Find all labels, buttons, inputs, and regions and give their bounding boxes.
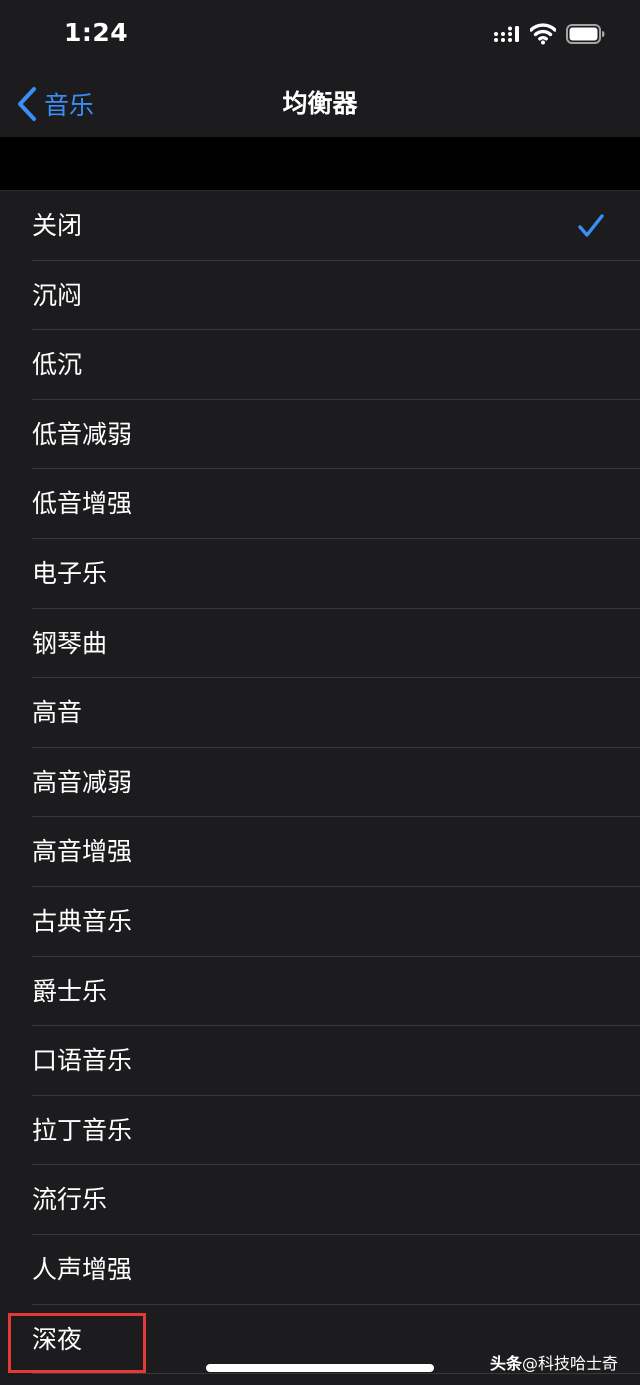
- equalizer-option-label: 古典音乐: [32, 906, 133, 936]
- equalizer-option[interactable]: 高音: [0, 678, 640, 748]
- equalizer-option[interactable]: 人声增强: [0, 1235, 640, 1305]
- navigation-bar: 音乐 均衡器: [0, 70, 640, 137]
- equalizer-option[interactable]: 爵士乐: [0, 957, 640, 1027]
- equalizer-option-label: 口语音乐: [32, 1046, 133, 1076]
- equalizer-option[interactable]: 古典音乐: [0, 887, 640, 957]
- equalizer-option-label: 电子乐: [32, 558, 108, 588]
- equalizer-option[interactable]: 流行乐: [0, 1165, 640, 1235]
- equalizer-option[interactable]: 低音减弱: [0, 400, 640, 470]
- equalizer-option[interactable]: 拉丁音乐: [0, 1096, 640, 1166]
- equalizer-option-label: 低音减弱: [32, 419, 133, 449]
- cellular-signal-icon: [494, 26, 519, 42]
- equalizer-option[interactable]: 沉闷: [0, 261, 640, 331]
- status-time: 1:24: [64, 18, 129, 47]
- equalizer-option[interactable]: 电子乐: [0, 539, 640, 609]
- watermark-handle: @科技哈士奇: [522, 1354, 619, 1373]
- equalizer-option-label: 高音: [32, 698, 83, 728]
- wifi-icon: [530, 23, 556, 45]
- equalizer-list: 关闭沉闷低沉低音减弱低音增强电子乐钢琴曲高音高音减弱高音增强古典音乐爵士乐口语音…: [0, 190, 640, 1385]
- equalizer-option[interactable]: 关闭: [0, 191, 640, 261]
- equalizer-option-label: 关闭: [32, 211, 83, 240]
- equalizer-option-label: 人声增强: [32, 1254, 133, 1284]
- equalizer-option-label: 高音减弱: [32, 767, 133, 797]
- equalizer-option[interactable]: 低沉: [0, 330, 640, 400]
- equalizer-option-label: 爵士乐: [32, 976, 108, 1006]
- equalizer-option-label: 高音增强: [32, 837, 133, 867]
- equalizer-option[interactable]: 高音增强: [0, 817, 640, 887]
- equalizer-option[interactable]: 低音增强: [0, 469, 640, 539]
- equalizer-option[interactable]: 钢琴曲: [0, 609, 640, 679]
- highlight-annotation: [8, 1313, 146, 1373]
- section-gap: [0, 137, 640, 190]
- equalizer-option-label: 低音增强: [32, 489, 133, 519]
- page-title: 均衡器: [282, 89, 358, 118]
- battery-icon: [566, 24, 605, 44]
- home-indicator[interactable]: [206, 1364, 434, 1372]
- equalizer-option[interactable]: 高音减弱: [0, 748, 640, 818]
- equalizer-option-label: 钢琴曲: [32, 628, 108, 658]
- watermark-brand: 头条: [490, 1354, 523, 1373]
- watermark: 头条@科技哈士奇: [490, 1350, 618, 1374]
- equalizer-option[interactable]: 口语音乐: [0, 1026, 640, 1096]
- checkmark-icon: [578, 214, 604, 237]
- status-bar: 1:24: [0, 0, 640, 70]
- equalizer-option-label: 沉闷: [32, 280, 83, 310]
- equalizer-option-label: 拉丁音乐: [32, 1115, 133, 1145]
- equalizer-option-label: 低沉: [32, 350, 83, 380]
- equalizer-option-label: 流行乐: [32, 1185, 108, 1215]
